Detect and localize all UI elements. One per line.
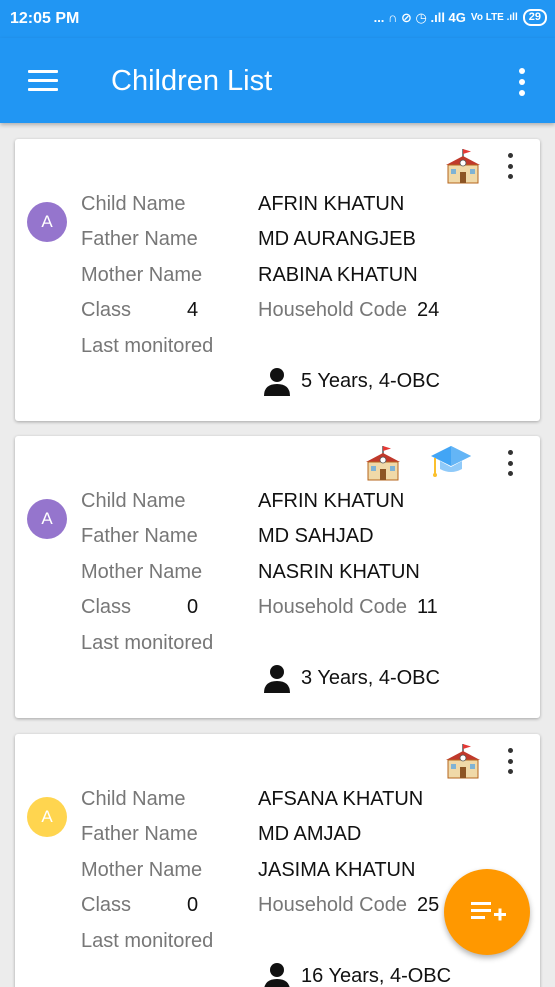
- volte-indicator: Vo LTE .ıll: [470, 12, 518, 23]
- school-icon: [366, 446, 400, 481]
- last-monitored-label: Last monitored: [81, 930, 214, 952]
- app-bar: Children List: [0, 38, 555, 123]
- card-more-icon[interactable]: [506, 748, 514, 774]
- child-name-value: AFRIN KHATUN: [258, 490, 405, 512]
- age-category-text: 5 Years, 4-OBC: [301, 369, 440, 392]
- school-icon: [446, 744, 480, 779]
- father-name-value: MD AMJAD: [258, 823, 362, 845]
- household-code-value: 25: [417, 894, 440, 916]
- age-category-text: 16 Years, 4-OBC: [301, 964, 452, 987]
- status-indicators: ... ∩ ⊘ ◷ .ıll 4G: [373, 9, 466, 25]
- last-monitored-label: Last monitored: [81, 632, 214, 654]
- page-title: Children List: [111, 65, 273, 97]
- card-more-icon[interactable]: [506, 450, 514, 476]
- age-category: 5 Years, 4-OBC: [261, 365, 440, 397]
- class-label: Class: [81, 299, 132, 321]
- mother-name-label: Mother Name: [81, 561, 203, 583]
- age-category: 16 Years, 4-OBC: [261, 960, 451, 987]
- more-options-icon[interactable]: [517, 68, 527, 96]
- avatar: A: [27, 797, 67, 837]
- menu-icon[interactable]: [28, 70, 58, 92]
- card-more-icon[interactable]: [506, 153, 514, 179]
- age-category: 3 Years, 4-OBC: [261, 662, 440, 694]
- class-label: Class: [81, 894, 132, 916]
- status-icons: ... ∩ ⊘ ◷ .ıll 4G Vo LTE .ıll 29: [374, 9, 547, 26]
- child-name-label: Child Name: [81, 788, 186, 810]
- class-label: Class: [81, 596, 132, 618]
- child-name-label: Child Name: [81, 490, 186, 512]
- add-child-fab[interactable]: [444, 869, 530, 955]
- household-code-label: Household Code: [258, 299, 407, 321]
- father-name-label: Father Name: [81, 525, 198, 547]
- school-icon: [446, 149, 480, 184]
- household-code-label: Household Code: [258, 596, 407, 618]
- child-card[interactable]: A Child Name AFRIN KHATUN Father Name MD…: [15, 436, 540, 718]
- battery-icon: 29: [522, 9, 547, 26]
- father-name-value: MD AURANGJEB: [258, 228, 416, 250]
- mother-name-label: Mother Name: [81, 859, 203, 881]
- avatar: A: [27, 202, 67, 242]
- person-icon: [264, 368, 290, 396]
- father-name-value: MD SAHJAD: [258, 525, 374, 547]
- mother-name-value: NASRIN KHATUN: [258, 561, 420, 583]
- father-name-label: Father Name: [81, 823, 198, 845]
- class-value: 0: [187, 596, 199, 618]
- child-name-label: Child Name: [81, 193, 186, 215]
- mother-name-value: JASIMA KHATUN: [258, 859, 416, 881]
- household-code-value: 11: [417, 596, 438, 618]
- child-name-value: AFRIN KHATUN: [258, 193, 405, 215]
- avatar: A: [27, 499, 67, 539]
- mother-name-value: RABINA KHATUN: [258, 264, 418, 286]
- household-code-label: Household Code: [258, 894, 407, 916]
- mother-name-label: Mother Name: [81, 264, 203, 286]
- status-bar: 12:05 PM ... ∩ ⊘ ◷ .ıll 4G Vo LTE .ıll 2…: [0, 0, 555, 38]
- child-name-value: AFSANA KHATUN: [258, 788, 424, 810]
- class-value: 0: [187, 894, 199, 916]
- household-code-value: 24: [417, 299, 440, 321]
- age-category-text: 3 Years, 4-OBC: [301, 666, 440, 689]
- last-monitored-label: Last monitored: [81, 335, 214, 357]
- graduation-cap-icon: [431, 446, 471, 477]
- person-icon: [264, 963, 290, 987]
- person-icon: [264, 665, 290, 693]
- add-to-list-icon: [471, 902, 506, 921]
- father-name-label: Father Name: [81, 228, 198, 250]
- status-time: 12:05 PM: [10, 10, 80, 27]
- child-card[interactable]: A Child Name AFRIN KHATUN Father Name MD…: [15, 139, 540, 421]
- class-value: 4: [187, 299, 199, 321]
